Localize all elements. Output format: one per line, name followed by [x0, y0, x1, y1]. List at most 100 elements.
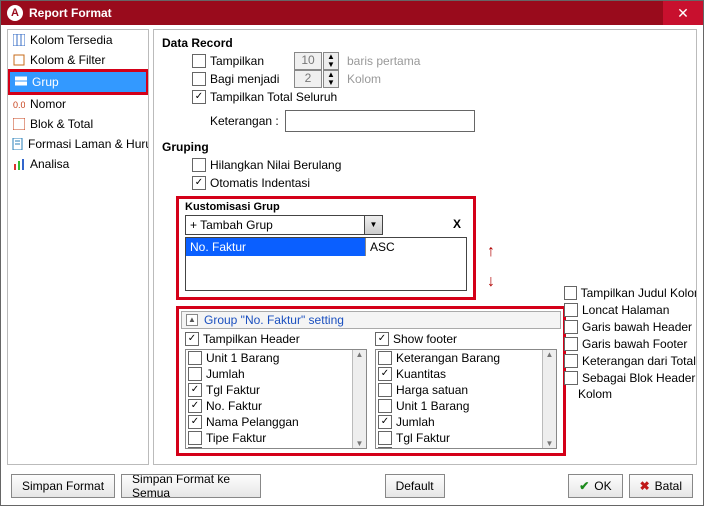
- show-spin[interactable]: [323, 52, 339, 70]
- block-icon: [12, 117, 26, 131]
- option-checkbox[interactable]: [564, 337, 578, 351]
- footer-fields-list[interactable]: Keterangan BarangKuantitasHarga satuanUn…: [375, 349, 557, 449]
- list-item[interactable]: Unit 1 Barang: [186, 350, 366, 366]
- scrollbar[interactable]: [542, 350, 556, 448]
- group-row[interactable]: No. Faktur ASC: [186, 238, 466, 256]
- show-footer-checkbox[interactable]: [375, 332, 389, 346]
- data-record-heading: Data Record: [162, 36, 688, 50]
- list-item[interactable]: Keterangan: [186, 446, 366, 449]
- option-item[interactable]: Tampilkan Judul Kolom: [564, 284, 697, 301]
- ok-button[interactable]: ✔OK: [568, 474, 622, 498]
- cancel-button[interactable]: ✖Batal: [629, 474, 693, 498]
- page-icon: [12, 137, 24, 151]
- list-checkbox[interactable]: [188, 383, 202, 397]
- list-item[interactable]: Tipe Faktur: [186, 430, 366, 446]
- list-label: Unit 1 Barang: [206, 351, 279, 365]
- option-item[interactable]: Loncat Halaman: [564, 301, 697, 318]
- list-checkbox[interactable]: [378, 351, 392, 365]
- option-item[interactable]: Sebagai Blok Header: [564, 369, 697, 386]
- list-checkbox[interactable]: [188, 399, 202, 413]
- list-item[interactable]: Nama Pelanggan: [186, 414, 366, 430]
- save-format-all-button[interactable]: Simpan Format ke Semua: [121, 474, 261, 498]
- list-item[interactable]: Kuantitas: [376, 366, 556, 382]
- option-checkbox[interactable]: [564, 371, 578, 385]
- list-item[interactable]: Harga satuan: [376, 382, 556, 398]
- option-checkbox[interactable]: [564, 286, 577, 300]
- svg-text:0.0: 0.0: [13, 100, 25, 110]
- show-checkbox[interactable]: [192, 54, 206, 68]
- grouping-heading: Gruping: [162, 140, 688, 154]
- group-grid[interactable]: No. Faktur ASC: [185, 237, 467, 291]
- customize-group-box: Kustomisasi Grup + Tambah Grup ▼ X No. F…: [176, 196, 476, 300]
- close-button[interactable]: ✕: [663, 1, 703, 25]
- list-item[interactable]: Keterangan Barang: [376, 350, 556, 366]
- option-item[interactable]: Garis bawah Header: [564, 318, 697, 335]
- scrollbar[interactable]: [352, 350, 366, 448]
- show-label: Tampilkan: [210, 54, 290, 68]
- list-item[interactable]: No. Faktur: [186, 398, 366, 414]
- content-panel: Data Record Tampilkan 10 baris pertama B…: [153, 29, 697, 465]
- option-checkbox[interactable]: [564, 303, 578, 317]
- delete-column-header: X: [453, 217, 461, 231]
- collapse-icon[interactable]: ▲: [186, 314, 198, 326]
- header-fields-list[interactable]: Unit 1 BarangJumlahTgl Faktur No. Faktur N…: [185, 349, 367, 449]
- list-checkbox[interactable]: [188, 431, 202, 445]
- list-checkbox[interactable]: [378, 399, 392, 413]
- columns-icon: [12, 33, 26, 47]
- add-group-dropdown-button[interactable]: ▼: [365, 215, 383, 235]
- sidebar-item-group[interactable]: Grup: [10, 72, 146, 92]
- option-checkbox[interactable]: [564, 354, 578, 368]
- auto-indent-checkbox[interactable]: [192, 176, 206, 190]
- group-setting-header[interactable]: ▲ Group "No. Faktur" setting: [181, 311, 561, 329]
- save-format-button[interactable]: Simpan Format: [11, 474, 115, 498]
- list-label: No. Faktur: [206, 399, 262, 413]
- move-up-button[interactable]: ↑: [487, 243, 495, 261]
- show-total-checkbox[interactable]: [192, 90, 206, 104]
- option-item[interactable]: Keterangan dari Total: [564, 352, 697, 369]
- split-checkbox[interactable]: [192, 72, 206, 86]
- sidebar-item-page[interactable]: Formasi Laman & Huruf: [8, 134, 148, 154]
- list-checkbox[interactable]: [188, 367, 202, 381]
- option-label: Loncat Halaman: [582, 303, 669, 317]
- show-header-checkbox[interactable]: [185, 332, 199, 346]
- sidebar-item-label: Formasi Laman & Huruf: [28, 137, 149, 151]
- app-logo-icon: A: [7, 5, 23, 21]
- hide-repeat-checkbox[interactable]: [192, 158, 206, 172]
- list-label: Tgl Faktur: [206, 383, 260, 397]
- list-checkbox[interactable]: [378, 431, 392, 445]
- sidebar-item-number[interactable]: 0.0Nomor: [8, 94, 148, 114]
- move-down-button[interactable]: ↓: [487, 273, 495, 291]
- sidebar-item-label: Grup: [32, 75, 59, 89]
- sidebar-item-filter[interactable]: Kolom & Filter: [8, 50, 148, 70]
- list-item[interactable]: Unit 1 Barang: [376, 398, 556, 414]
- keterangan-input[interactable]: [285, 110, 475, 132]
- show-value[interactable]: 10: [294, 52, 322, 70]
- split-value[interactable]: 2: [294, 70, 322, 88]
- list-item[interactable]: Jumlah: [376, 414, 556, 430]
- list-checkbox[interactable]: [188, 351, 202, 365]
- list-item[interactable]: Tgl Faktur: [186, 382, 366, 398]
- list-checkbox[interactable]: [378, 415, 392, 429]
- list-item[interactable]: Jumlah: [186, 366, 366, 382]
- list-checkbox[interactable]: [188, 447, 202, 449]
- default-button[interactable]: Default: [385, 474, 445, 498]
- option-checkbox[interactable]: [564, 320, 578, 334]
- sidebar-item-block[interactable]: Blok & Total: [8, 114, 148, 134]
- list-checkbox[interactable]: [188, 415, 202, 429]
- sidebar-item-analysis[interactable]: Analisa: [8, 154, 148, 174]
- sidebar-item-columns[interactable]: Kolom Tersedia: [8, 30, 148, 50]
- group-row-field: No. Faktur: [186, 238, 366, 256]
- split-label: Bagi menjadi: [210, 72, 290, 86]
- list-item[interactable]: No. Faktur: [376, 446, 556, 449]
- add-group-combo[interactable]: + Tambah Grup: [185, 215, 365, 235]
- option-item[interactable]: Garis bawah Footer: [564, 335, 697, 352]
- group-row-dir: ASC: [366, 238, 426, 256]
- list-checkbox[interactable]: [378, 383, 392, 397]
- split-spin[interactable]: [323, 70, 339, 88]
- list-checkbox[interactable]: [378, 447, 392, 449]
- sidebar-item-label: Kolom Tersedia: [30, 33, 113, 47]
- sidebar-item-label: Kolom & Filter: [30, 53, 105, 67]
- list-item[interactable]: Tgl Faktur: [376, 430, 556, 446]
- list-label: Nama Pelanggan: [206, 415, 299, 429]
- list-checkbox[interactable]: [378, 367, 392, 381]
